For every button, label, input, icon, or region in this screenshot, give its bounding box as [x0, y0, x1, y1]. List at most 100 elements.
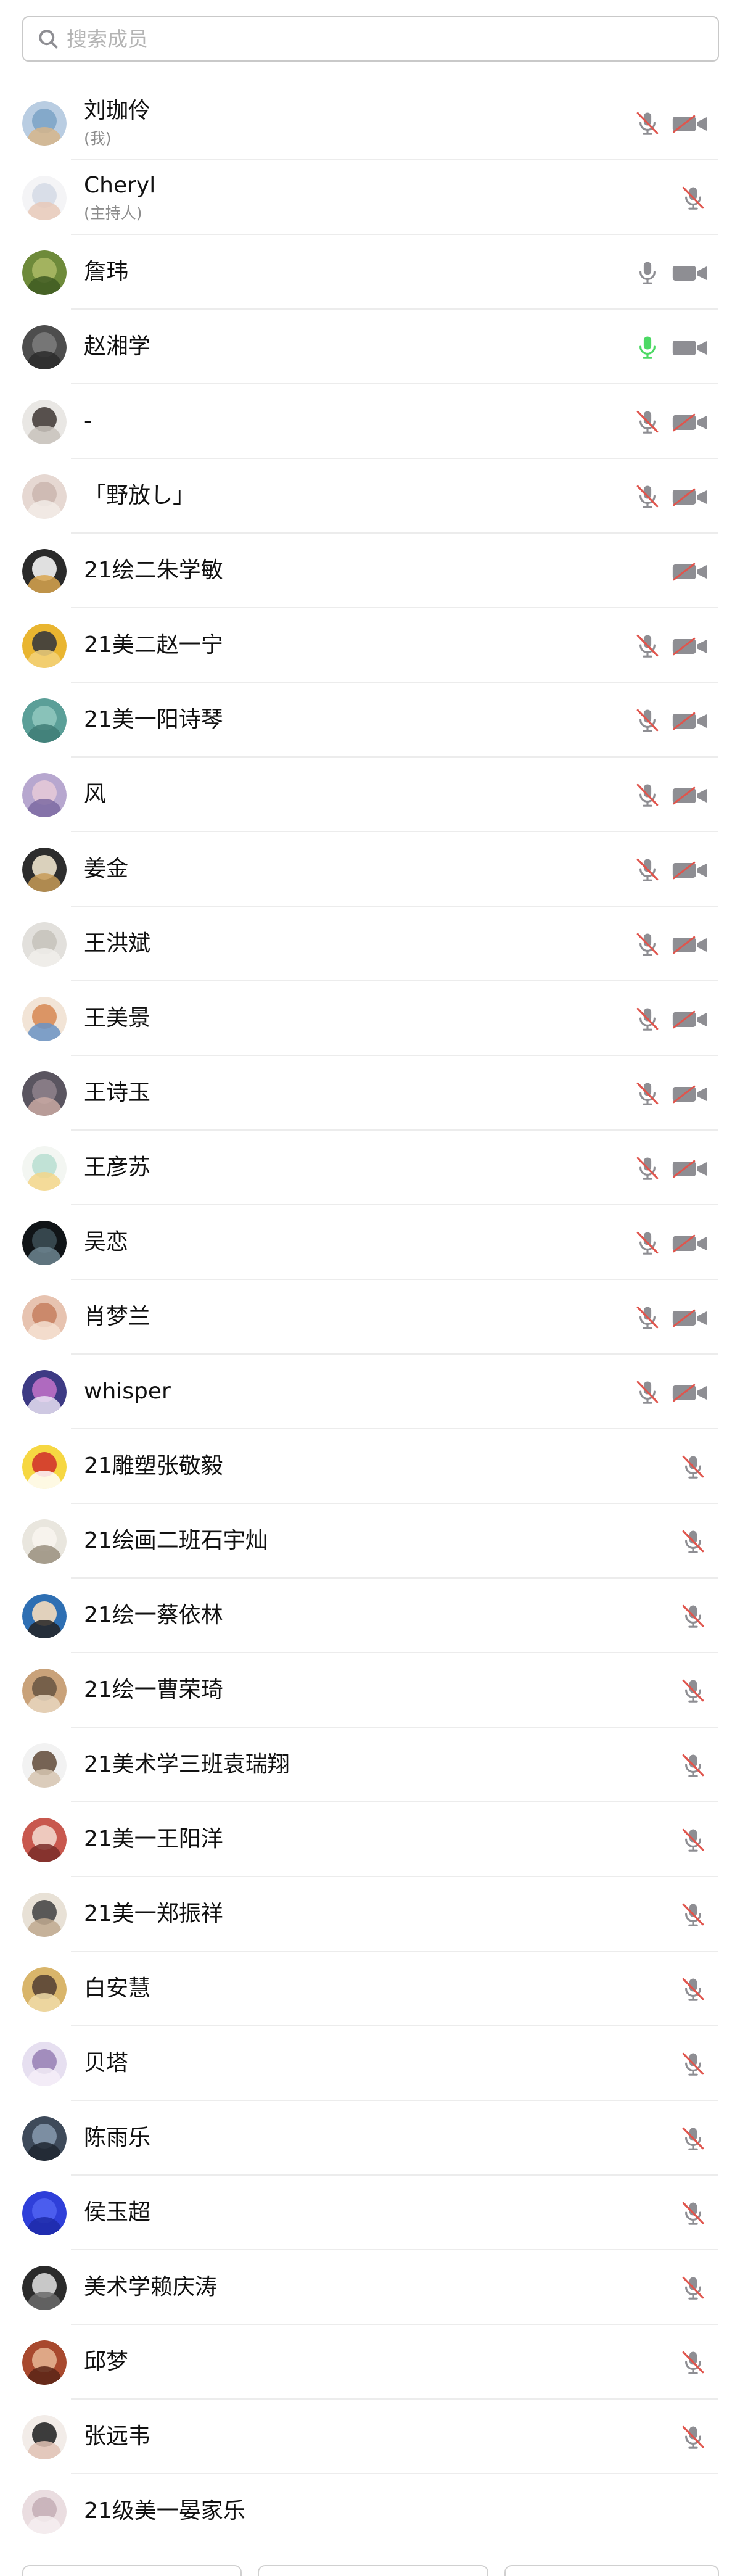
search-bar[interactable] [22, 16, 719, 62]
camera-off-icon [672, 636, 708, 657]
member-row[interactable]: 贝塔 [0, 2026, 740, 2101]
microphone-muted-icon [635, 782, 660, 809]
microphone-muted-icon [635, 707, 660, 734]
member-row[interactable]: 王美景 [0, 981, 740, 1056]
member-row[interactable]: 21美一王阳洋 [0, 1802, 740, 1877]
search-input[interactable] [67, 27, 683, 51]
microphone-muted-icon [680, 2200, 706, 2227]
camera-off-icon [672, 1084, 708, 1105]
member-name: 肖梦兰 [84, 1304, 151, 1329]
member-row[interactable]: 21美术学三班袁瑞翔 [0, 1728, 740, 1802]
avatar [22, 1743, 67, 1788]
member-row[interactable]: 21美二赵一宁 [0, 608, 740, 683]
member-name: 21级美一晏家乐 [84, 2498, 245, 2524]
avatar [22, 1071, 67, 1116]
member-role-label: (我) [84, 130, 112, 147]
camera-off-icon [672, 1233, 708, 1254]
member-name: 刘珈伶 [84, 98, 151, 123]
member-name: 「野放し」 [84, 483, 195, 508]
member-row[interactable]: 白安慧 [0, 1952, 740, 2026]
member-name: 姜金 [84, 856, 129, 881]
camera-off-icon [672, 935, 708, 956]
microphone-muted-icon [680, 1827, 706, 1854]
avatar [22, 922, 67, 967]
member-row[interactable]: 21雕塑张敬毅 [0, 1429, 740, 1504]
member-name: 21美二赵一宁 [84, 632, 223, 658]
avatar [22, 176, 67, 220]
member-row[interactable]: 赵湘学 [0, 310, 740, 384]
member-row[interactable]: 刘珈伶 (我) [0, 86, 740, 160]
member-name: 王美景 [84, 1005, 151, 1031]
avatar [22, 1445, 67, 1489]
member-row[interactable]: 陈雨乐 [0, 2101, 740, 2176]
member-row[interactable]: 王洪斌 [0, 907, 740, 981]
member-name: 赵湘学 [84, 334, 151, 359]
member-name: 陈雨乐 [84, 2125, 151, 2150]
member-row[interactable]: 风 [0, 758, 740, 832]
microphone-muted-icon [680, 1976, 706, 2003]
member-row[interactable]: Cheryl (主持人) [0, 160, 740, 235]
member-row[interactable]: 邱梦 [0, 2325, 740, 2400]
member-row[interactable]: 肖梦兰 [0, 1280, 740, 1355]
member-row[interactable]: 「野放し」 [0, 459, 740, 534]
member-row[interactable]: 张远韦 [0, 2400, 740, 2474]
camera-off-icon [672, 487, 708, 508]
member-name: 21雕塑张敬毅 [84, 1453, 223, 1479]
member-row[interactable]: 侯玉超 [0, 2176, 740, 2250]
member-row[interactable]: 21绘二朱学敏 [0, 534, 740, 608]
avatar [22, 549, 67, 593]
member-name: 美术学赖庆涛 [84, 2274, 218, 2300]
camera-off-icon [672, 114, 708, 134]
member-role-label: (主持人) [84, 204, 142, 222]
microphone-muted-icon [680, 1528, 706, 1555]
member-name: - [84, 408, 92, 434]
camera-icon [672, 263, 708, 284]
member-name: 邱梦 [84, 2349, 129, 2374]
microphone-muted-icon [635, 1005, 660, 1033]
member-row[interactable]: 王诗玉 [0, 1056, 740, 1131]
member-list: 刘珈伶 (我) Cheryl (主持人) 詹玮赵湘学 - 「野放し」 21绘二朱学敏 21美二赵… [0, 86, 740, 2549]
bottom-action-button[interactable] [504, 2565, 719, 2576]
microphone-muted-icon [680, 2424, 706, 2451]
member-row[interactable]: 21级美一晏家乐 [0, 2474, 740, 2549]
member-row[interactable]: - [0, 384, 740, 459]
member-row[interactable]: 21绘画二班石宇灿 [0, 1504, 740, 1579]
member-name: 白安慧 [84, 1976, 151, 2001]
avatar [22, 474, 67, 519]
camera-off-icon [672, 711, 708, 732]
member-row[interactable]: 姜金 [0, 832, 740, 907]
member-row[interactable]: 王彦苏 [0, 1131, 740, 1205]
member-name: 王彦苏 [84, 1155, 151, 1180]
microphone-muted-icon [680, 184, 706, 212]
member-row[interactable]: 21美一郑振祥 [0, 1877, 740, 1952]
avatar [22, 698, 67, 743]
camera-off-icon [672, 860, 708, 881]
microphone-muted-icon [635, 483, 660, 510]
member-name: 21绘二朱学敏 [84, 558, 223, 583]
member-row[interactable]: 詹玮 [0, 235, 740, 310]
avatar [22, 1818, 67, 1862]
member-row[interactable]: whisper [0, 1355, 740, 1429]
microphone-muted-icon [635, 408, 660, 436]
microphone-muted-icon [635, 856, 660, 883]
avatar [22, 848, 67, 892]
avatar [22, 2415, 67, 2459]
avatar [22, 2490, 67, 2534]
camera-off-icon [672, 561, 708, 582]
avatar [22, 1146, 67, 1191]
avatar [22, 101, 67, 146]
avatar [22, 1221, 67, 1265]
camera-icon [672, 337, 708, 358]
avatar [22, 250, 67, 295]
camera-off-icon [672, 1158, 708, 1179]
member-row[interactable]: 美术学赖庆涛 [0, 2250, 740, 2325]
member-row[interactable]: 21绘一曹荣琦 [0, 1653, 740, 1728]
avatar [22, 2191, 67, 2235]
member-row[interactable]: 21绘一蔡依林 [0, 1579, 740, 1653]
member-name: 王诗玉 [84, 1080, 151, 1105]
bottom-action-button[interactable] [22, 2565, 242, 2576]
member-row[interactable]: 吴恋 [0, 1205, 740, 1280]
bottom-action-button[interactable] [258, 2565, 488, 2576]
avatar [22, 1519, 67, 1564]
member-row[interactable]: 21美一阳诗琴 [0, 683, 740, 758]
